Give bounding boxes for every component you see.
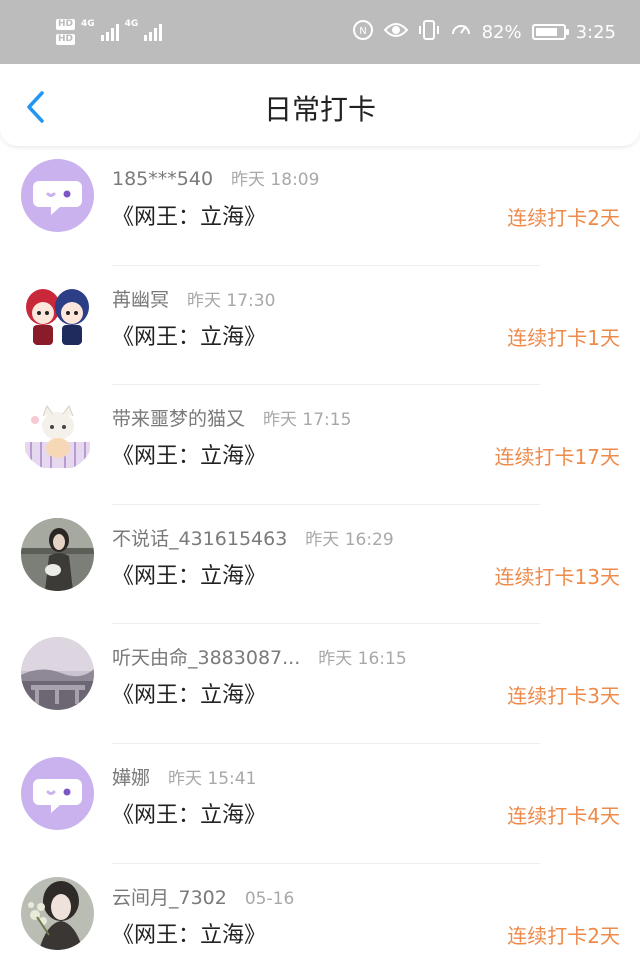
checkin-time: 05-16 [244,888,295,909]
checkin-time: 昨天 16:29 [305,529,394,550]
speed-gauge-icon [450,19,472,46]
signal-group: HD HD 4G 4G [56,10,163,54]
photo-girl-avatar-icon [21,517,94,591]
avatar[interactable] [21,517,94,591]
avatar[interactable] [21,278,94,352]
vibrate-icon [418,19,440,46]
user-name[interactable]: 云间月_7302 [112,883,227,910]
hd-badge: HD [56,34,76,45]
checkin-time: 昨天 17:15 [263,410,352,431]
user-name[interactable]: 听天由命_3883087... [112,643,300,670]
book-title[interactable]: 《网王：立海》 [112,438,266,470]
battery-icon [531,24,569,40]
list-item[interactable]: 云间月_7302 05-16 《网王：立海》 连续打卡2天 [0,864,640,973]
avatar[interactable] [21,398,94,472]
user-name[interactable]: 不说话_431615463 [112,524,287,551]
list-item[interactable]: 带来噩梦的猫又 昨天 17:15 《网王：立海》 连续打卡17天 [0,385,640,505]
list-item[interactable]: 不说话_431615463 昨天 16:29 《网王：立海》 连续打卡13天 [0,505,640,625]
book-title[interactable]: 《网王：立海》 [112,677,266,709]
list-item[interactable]: 苒幽冥 昨天 17:30 《网王：立海》 连续打卡1天 [0,266,640,386]
checkin-time: 昨天 18:09 [231,170,320,190]
book-title[interactable]: 《网王：立海》 [112,558,266,590]
list-item[interactable]: 听天由命_3883087... 昨天 16:15 《网王：立海》 连续打卡3天 [0,624,640,744]
top-nav-bar: 日常打卡 [0,64,640,146]
clock: 3:25 [575,21,616,43]
avatar[interactable] [21,159,94,232]
landscape-avatar-icon [21,637,94,711]
page-title: 日常打卡 [263,93,376,126]
hd-badge: HD [56,19,76,30]
checkin-time: 昨天 16:15 [318,649,407,670]
chat-bubble-avatar-icon [21,756,94,830]
network-type: 4G [81,19,95,29]
book-title[interactable]: 《网王：立海》 [112,917,266,949]
nfc-icon: N [352,19,374,46]
avatar[interactable] [21,637,94,711]
chat-bubble-avatar-icon [21,159,94,232]
list-item[interactable]: 嬅娜 昨天 15:41 《网王：立海》 连续打卡4天 [0,744,640,864]
avatar[interactable] [21,876,94,950]
anime-duo-avatar-icon [21,278,94,352]
signal-icon [144,23,163,41]
streak-count: 连续打卡13天 [494,564,620,589]
status-bar: HD HD 4G 4G N 82% 3:25 [0,0,640,64]
user-name[interactable]: 嬅娜 [112,763,150,790]
signal-icon [100,23,119,41]
streak-count: 连续打卡2天 [507,923,620,948]
book-title[interactable]: 《网王：立海》 [112,797,266,829]
eye-icon [383,21,408,44]
list-item[interactable]: 185***540 昨天 18:09 《网王：立海》 连续打卡2天 [0,146,640,266]
streak-count: 连续打卡3天 [507,684,620,709]
photo-girl-flowers-avatar-icon [21,876,94,950]
checkin-time: 昨天 17:30 [187,290,276,311]
avatar[interactable] [21,756,94,830]
streak-count: 连续打卡2天 [507,206,620,230]
battery-percent: 82% [481,21,522,43]
checkin-list: 185***540 昨天 18:09 《网王：立海》 连续打卡2天 苒幽冥 昨天 1… [0,146,640,973]
checkin-time: 昨天 15:41 [168,768,257,789]
streak-count: 连续打卡1天 [507,325,620,350]
book-title[interactable]: 《网王：立海》 [112,199,266,231]
anime-cat-avatar-icon [21,398,94,472]
user-name[interactable]: 带来噩梦的猫又 [112,404,245,431]
network-type: 4G [124,19,139,29]
svg-text:N: N [359,26,366,37]
streak-count: 连续打卡4天 [507,803,620,828]
user-name[interactable]: 185***540 [112,168,213,190]
book-title[interactable]: 《网王：立海》 [112,319,266,351]
streak-count: 连续打卡17天 [494,445,620,470]
user-name[interactable]: 苒幽冥 [112,285,169,312]
